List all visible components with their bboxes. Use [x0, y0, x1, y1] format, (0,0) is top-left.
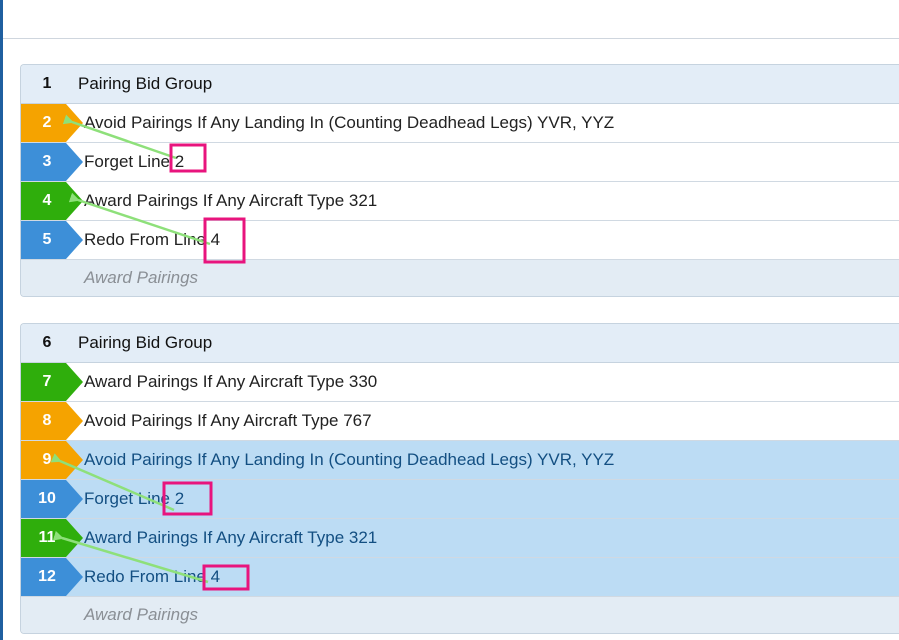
line-number-tag: 10 — [21, 480, 83, 518]
line-number-tag: 5 — [21, 221, 83, 259]
bid-line-text: Award Pairings If Any Aircraft Type 321 — [84, 191, 378, 210]
add-bid-line-footer[interactable]: Award Pairings — [21, 260, 899, 296]
bid-line-row[interactable]: 11 Award Pairings If Any Aircraft Type 3… — [21, 519, 899, 558]
bid-line-row[interactable]: 9 Avoid Pairings If Any Landing In (Coun… — [21, 441, 899, 480]
line-number-tag: 2 — [21, 104, 83, 142]
group-header[interactable]: 1 Pairing Bid Group — [21, 65, 899, 104]
bid-line-text: Award Pairings If Any Aircraft Type 330 — [84, 372, 378, 391]
line-number-tag: 9 — [21, 441, 83, 479]
bid-line-text: Redo From Line 4 — [84, 230, 221, 249]
bid-line-text: Avoid Pairings If Any Landing In (Counti… — [84, 450, 615, 469]
bid-line-row[interactable]: 3 Forget Line 2 — [21, 143, 899, 182]
bid-line-row[interactable]: 4 Award Pairings If Any Aircraft Type 32… — [21, 182, 899, 221]
bid-line-row[interactable]: 10 Forget Line 2 — [21, 480, 899, 519]
bid-line-text: Forget Line 2 — [84, 152, 185, 171]
line-number-tag: 8 — [21, 402, 83, 440]
bid-group-1: 1 Pairing Bid Group 2 Avoid Pairings If … — [20, 64, 899, 297]
group-title: Pairing Bid Group — [78, 74, 213, 93]
group-number: 6 — [42, 334, 52, 351]
group-title: Pairing Bid Group — [78, 333, 213, 352]
bid-line-text: Avoid Pairings If Any Landing In (Counti… — [84, 113, 615, 132]
bid-line-text: Avoid Pairings If Any Aircraft Type 767 — [84, 411, 372, 430]
bid-line-row[interactable]: 7 Award Pairings If Any Aircraft Type 33… — [21, 363, 899, 402]
add-bid-line-footer[interactable]: Award Pairings — [21, 597, 899, 633]
bid-line-text: Award Pairings If Any Aircraft Type 321 — [84, 528, 378, 547]
line-number-tag: 3 — [21, 143, 83, 181]
group-number: 1 — [42, 75, 52, 92]
bid-group-6: 6 Pairing Bid Group 7 Award Pairings If … — [20, 323, 899, 634]
top-divider — [3, 38, 899, 39]
line-number-tag: 7 — [21, 363, 83, 401]
line-number-tag: 4 — [21, 182, 83, 220]
bid-line-row[interactable]: 5 Redo From Line 4 — [21, 221, 899, 260]
bid-line-text: Redo From Line 4 — [84, 567, 221, 586]
line-number-tag: 11 — [21, 519, 83, 557]
bid-line-row[interactable]: 2 Avoid Pairings If Any Landing In (Coun… — [21, 104, 899, 143]
group-header[interactable]: 6 Pairing Bid Group — [21, 324, 899, 363]
line-number-tag: 12 — [21, 558, 83, 596]
bid-line-text: Forget Line 2 — [84, 489, 185, 508]
footer-placeholder: Award Pairings — [84, 268, 199, 287]
left-edge-bar — [0, 0, 3, 640]
bid-line-row[interactable]: 12 Redo From Line 4 — [21, 558, 899, 597]
footer-placeholder: Award Pairings — [84, 605, 199, 624]
bid-line-row[interactable]: 8 Avoid Pairings If Any Aircraft Type 76… — [21, 402, 899, 441]
